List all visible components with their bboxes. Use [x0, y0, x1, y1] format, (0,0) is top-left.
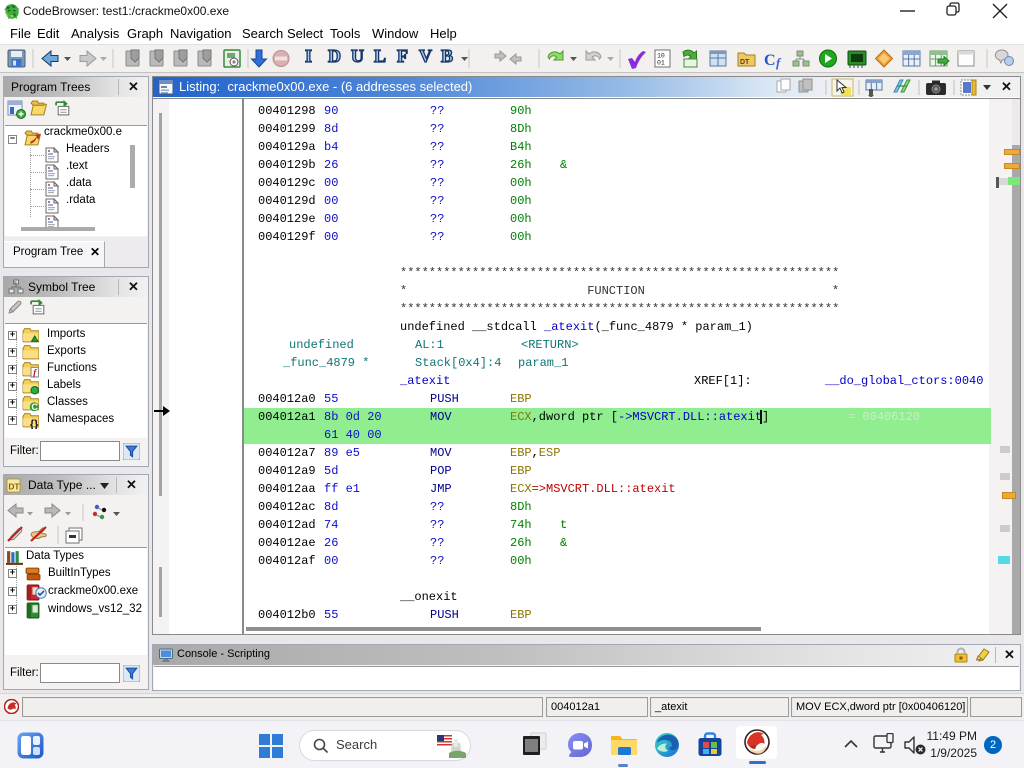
- svg-text:C: C: [31, 402, 38, 412]
- svg-text:10: 10: [657, 53, 665, 60]
- svg-text:{}: {}: [30, 418, 38, 429]
- svg-text:f: f: [776, 55, 782, 70]
- svg-text:01: 01: [657, 60, 665, 67]
- svg-text:C: C: [764, 52, 776, 69]
- svg-text:DT: DT: [740, 59, 750, 66]
- svg-text:DT: DT: [8, 481, 20, 491]
